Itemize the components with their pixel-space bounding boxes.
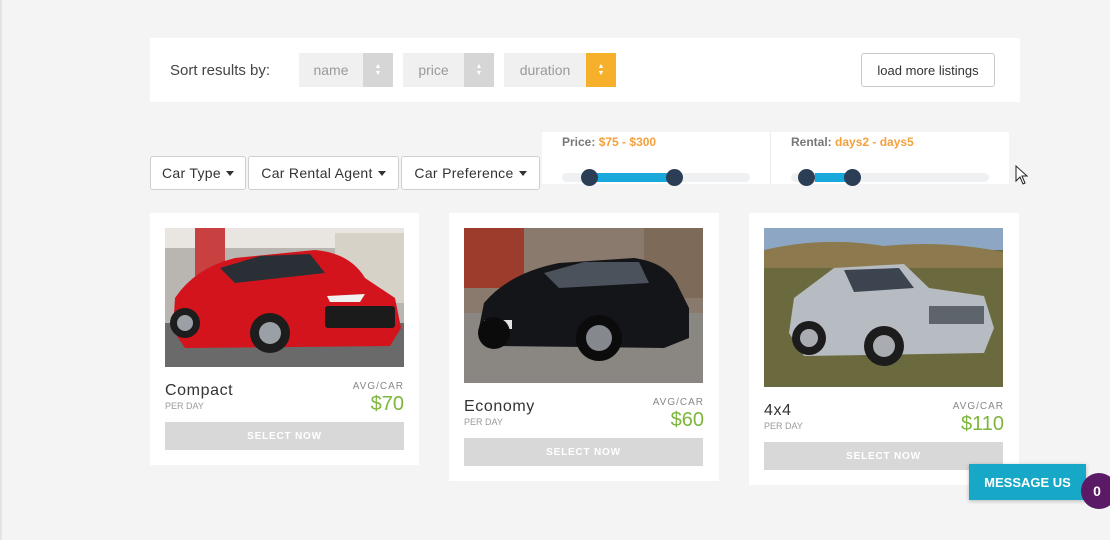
car-name: Compact: [165, 382, 234, 399]
per-day-label: PER DAY: [165, 401, 204, 411]
car-card-compact: Compact PER DAY AVG/CAR $70 SELECT NOW: [150, 213, 419, 465]
sort-arrows-icon: ▲ ▼: [464, 53, 494, 87]
red-car-image: [165, 228, 404, 367]
per-day-label: PER DAY: [764, 421, 803, 431]
caret-down-icon: [225, 170, 234, 176]
avg-car-label: AVG/CAR: [952, 401, 1004, 412]
price-slider-fill: [590, 173, 675, 182]
price-range-label: Price: $75 - $300: [562, 135, 656, 149]
sort-label: Sort results by:: [170, 62, 271, 79]
rental-range-label: Rental: days2 - days5: [791, 135, 914, 149]
price-range-value: $75 - $300: [598, 135, 657, 149]
sort-name-label: name: [313, 62, 349, 78]
rental-agent-label: Car Rental Agent: [261, 165, 373, 181]
car-price: $110: [960, 413, 1004, 435]
car-card-4x4: 4x4 PER DAY AVG/CAR $110 SELECT NOW: [749, 213, 1019, 485]
select-now-button[interactable]: SELECT NOW: [165, 422, 404, 450]
page-border: [0, 0, 2, 540]
car-price: $70: [370, 393, 404, 415]
sort-arrows-icon: ▲ ▼: [363, 53, 393, 87]
rental-max-handle[interactable]: [844, 169, 861, 186]
car-card-economy: Economy PER DAY AVG/CAR $60 SELECT NOW: [449, 213, 719, 481]
car-type-dropdown[interactable]: Car Type: [150, 156, 246, 190]
price-range-filter: Price: $75 - $300: [542, 132, 770, 186]
select-now-button[interactable]: SELECT NOW: [464, 438, 703, 466]
per-day-label: PER DAY: [464, 417, 503, 427]
avg-car-label: AVG/CAR: [352, 381, 404, 392]
price-max-handle[interactable]: [666, 169, 683, 186]
car-name: Economy: [464, 398, 535, 415]
select-now-button[interactable]: SELECT NOW: [764, 442, 1003, 470]
car-name: 4x4: [764, 402, 792, 419]
rental-range-filter: Rental: days2 - days5: [771, 132, 1009, 186]
sort-duration-label: duration: [519, 62, 571, 78]
rental-range-title: Rental:: [791, 135, 832, 149]
rental-min-handle[interactable]: [798, 169, 815, 186]
sort-duration-button[interactable]: duration ▲ ▼: [504, 53, 616, 87]
caret-down-icon: [518, 170, 527, 176]
rental-agent-dropdown[interactable]: Car Rental Agent: [248, 156, 399, 190]
car-price: $60: [670, 409, 704, 431]
rental-range-value: days2 - days5: [835, 135, 914, 149]
caret-down-icon: [377, 170, 386, 176]
car-type-label: Car Type: [162, 165, 221, 181]
silver-pickup-image: [764, 228, 1003, 387]
mouse-cursor-icon: [1015, 165, 1029, 185]
sort-bar: Sort results by: name ▲ ▼ price ▲ ▼ durati…: [150, 38, 1020, 102]
load-more-button[interactable]: load more listings: [861, 53, 995, 87]
car-photo-compact[interactable]: [165, 228, 404, 367]
message-count-badge[interactable]: 0: [1081, 473, 1110, 509]
avg-car-label: AVG/CAR: [652, 397, 704, 408]
car-preference-dropdown[interactable]: Car Preference: [401, 156, 540, 190]
car-photo-economy[interactable]: [464, 228, 703, 383]
message-us-button[interactable]: MESSAGE US: [969, 464, 1086, 500]
price-min-handle[interactable]: [581, 169, 598, 186]
car-photo-4x4[interactable]: [764, 228, 1003, 387]
sort-price-button[interactable]: price ▲ ▼: [403, 53, 494, 87]
sort-name-button[interactable]: name ▲ ▼: [299, 53, 393, 87]
car-preference-label: Car Preference: [414, 165, 514, 181]
price-range-title: Price:: [562, 135, 596, 149]
sort-arrows-icon: ▲ ▼: [586, 53, 616, 87]
sort-price-label: price: [418, 62, 449, 78]
black-car-image: [464, 228, 703, 383]
